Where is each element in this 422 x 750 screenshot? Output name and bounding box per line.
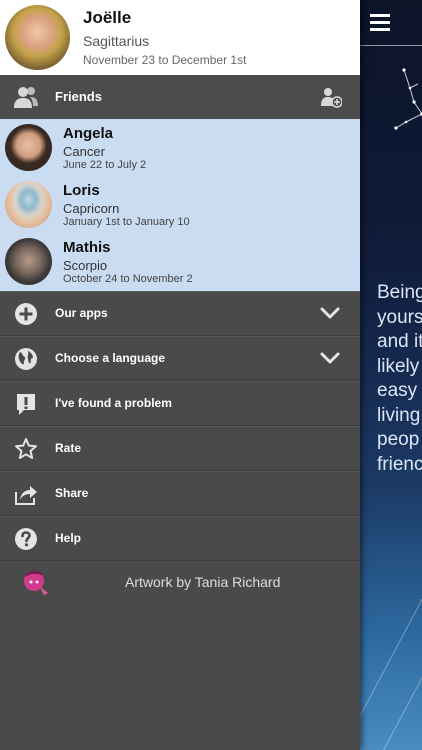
- help-icon: [15, 528, 37, 550]
- friend-avatar: [5, 181, 52, 228]
- drawer-menu: Our apps Choose a language I've found a: [0, 291, 360, 561]
- user-sign: Sagittarius: [83, 33, 150, 49]
- menu-item-label: I've found a problem: [55, 396, 172, 410]
- user-profile-header[interactable]: Joëlle Sagittarius November 23 to Decemb…: [0, 0, 360, 75]
- menu-item-our-apps[interactable]: Our apps: [0, 291, 360, 336]
- menu-item-label: Share: [55, 486, 89, 500]
- menu-item-choose-language[interactable]: Choose a language: [0, 336, 360, 381]
- friend-sign-dates: January 1st to January 10: [63, 216, 190, 228]
- friend-sign-dates: June 22 to July 2: [63, 159, 147, 171]
- main-intro-text: Being yours and it likely easy living pe…: [377, 282, 422, 475]
- side-drawer: Joëlle Sagittarius November 23 to Decemb…: [0, 0, 360, 750]
- add-friend-icon[interactable]: [320, 86, 342, 108]
- friends-icon: [14, 87, 38, 108]
- menu-item-help[interactable]: Help: [0, 516, 360, 561]
- friend-name: Mathis: [63, 239, 111, 256]
- friends-section-header: Friends: [0, 75, 360, 119]
- friend-sign-dates: October 24 to November 2: [63, 273, 193, 285]
- share-icon: [15, 486, 37, 505]
- user-name: Joëlle: [83, 8, 132, 27]
- friend-sign: Scorpio: [63, 258, 108, 273]
- friend-name: Angela: [63, 125, 114, 142]
- friends-label: Friends: [55, 89, 102, 104]
- friend-sign: Capricorn: [63, 201, 120, 216]
- menu-item-label: Choose a language: [55, 351, 166, 365]
- plus-circle-icon: [15, 303, 37, 325]
- chevron-down-icon: [320, 352, 340, 364]
- friend-item-angela[interactable]: Angela Cancer June 22 to July 2: [0, 119, 360, 176]
- friend-avatar: [5, 238, 52, 285]
- menu-item-label: Rate: [55, 441, 82, 455]
- menu-item-report-problem[interactable]: I've found a problem: [0, 381, 360, 426]
- artwork-credit[interactable]: Artwork by Tania Richard: [0, 559, 360, 605]
- user-avatar: [5, 5, 70, 70]
- friend-avatar: [5, 124, 52, 171]
- menu-item-share[interactable]: Share: [0, 471, 360, 516]
- hamburger-menu-icon[interactable]: [370, 14, 390, 31]
- friend-item-mathis[interactable]: Mathis Scorpio October 24 to November 2: [0, 233, 360, 290]
- light-streak: [372, 610, 422, 750]
- light-streak: [360, 533, 422, 747]
- main-top-bar: [360, 0, 422, 46]
- friend-name: Loris: [63, 182, 100, 199]
- menu-item-label: Help: [55, 531, 82, 545]
- artist-logo-icon: [24, 570, 48, 595]
- chevron-down-icon: [320, 307, 340, 319]
- friend-sign: Cancer: [63, 144, 105, 159]
- friends-list: Angela Cancer June 22 to July 2 Loris Ca…: [0, 119, 360, 291]
- star-icon: [15, 438, 37, 459]
- constellation-icon: [394, 68, 422, 130]
- main-content-preview: Being yours and it likely easy living pe…: [360, 0, 422, 750]
- menu-item-label: Our apps: [55, 306, 108, 320]
- user-sign-dates: November 23 to December 1st: [83, 53, 247, 67]
- exclamation-icon: [17, 394, 35, 415]
- menu-item-rate[interactable]: Rate: [0, 426, 360, 471]
- friend-item-loris[interactable]: Loris Capricorn January 1st to January 1…: [0, 176, 360, 233]
- globe-icon: [15, 348, 37, 370]
- artwork-credit-text: Artwork by Tania Richard: [125, 574, 281, 590]
